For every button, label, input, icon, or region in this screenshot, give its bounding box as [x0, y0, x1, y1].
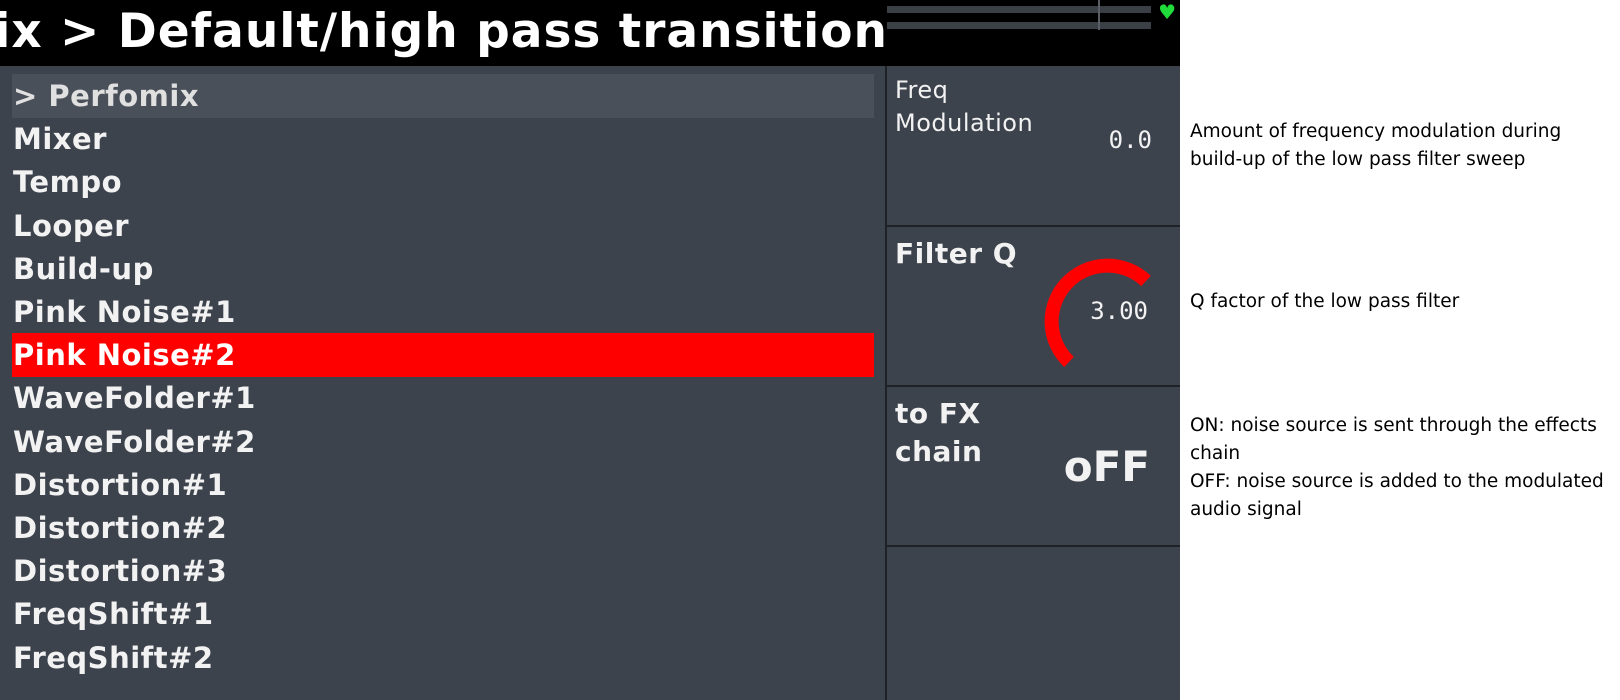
page-title: nix > Default/high pass transition — [0, 4, 888, 59]
list-item-freqshift-2[interactable]: FreqShift#2 — [12, 636, 874, 680]
engine-list: > Perfomix Mixer Tempo Looper Build-up Pink N… — [0, 74, 885, 700]
param-value-filter-q: 3.00 — [1090, 297, 1148, 325]
annotation-to-fx-chain: ON: noise source is sent through the eff… — [1190, 412, 1610, 524]
list-item-tempo[interactable]: Tempo — [12, 160, 874, 204]
param-value-to-fx-chain: oFF — [1063, 442, 1150, 491]
list-item-pink-noise-1[interactable]: Pink Noise#1 — [12, 290, 874, 334]
param-freq-modulation[interactable]: Freq Modulation 0.0 — [887, 66, 1180, 227]
annotation-fx-on: ON: noise source is sent through the eff… — [1190, 415, 1597, 464]
list-item-freqshift-1[interactable]: FreqShift#1 — [12, 592, 874, 636]
list-item-distortion-2[interactable]: Distortion#2 — [12, 506, 874, 550]
param-value-freq-modulation: 0.0 — [1108, 126, 1152, 154]
list-item-pink-noise-2[interactable]: Pink Noise#2 — [12, 333, 874, 378]
list-item-distortion-1[interactable]: Distortion#1 — [12, 463, 874, 507]
status-area: ♥ — [885, 0, 1180, 66]
page-root: nix > Default/high pass transition ♥ > P… — [0, 0, 1620, 700]
level-meter-top — [887, 6, 1151, 13]
list-item-looper[interactable]: Looper — [12, 204, 874, 248]
param-label-to-fx-chain: to FX chain — [895, 397, 983, 468]
param-label-freq-modulation: Freq Modulation — [895, 76, 1034, 137]
list-item-build-up[interactable]: Build-up — [12, 247, 874, 291]
parameter-panel: Freq Modulation 0.0 Filter Q 3.00 to FX ch… — [885, 66, 1180, 700]
heart-icon: ♥ — [1158, 0, 1176, 24]
level-meter-bottom — [887, 22, 1151, 29]
meter-marker — [1098, 0, 1100, 30]
annotation-filter-q: Q factor of the low pass filter — [1190, 291, 1460, 312]
list-item-wavefolder-2[interactable]: WaveFolder#2 — [12, 420, 874, 464]
param-to-fx-chain[interactable]: to FX chain oFF — [887, 387, 1180, 547]
list-item-mixer[interactable]: Mixer — [12, 117, 874, 161]
annotation-freq-modulation: Amount of frequency modulation during bu… — [1190, 121, 1562, 170]
device-screen: nix > Default/high pass transition ♥ > P… — [0, 0, 1180, 700]
list-item-perfomix[interactable]: > Perfomix — [12, 74, 874, 118]
param-filter-q[interactable]: Filter Q 3.00 — [887, 227, 1180, 387]
list-item-distortion-3[interactable]: Distortion#3 — [12, 549, 874, 593]
list-item-wavefolder-1[interactable]: WaveFolder#1 — [12, 376, 874, 420]
annotation-fx-off: OFF: noise source is added to the modula… — [1190, 471, 1604, 520]
